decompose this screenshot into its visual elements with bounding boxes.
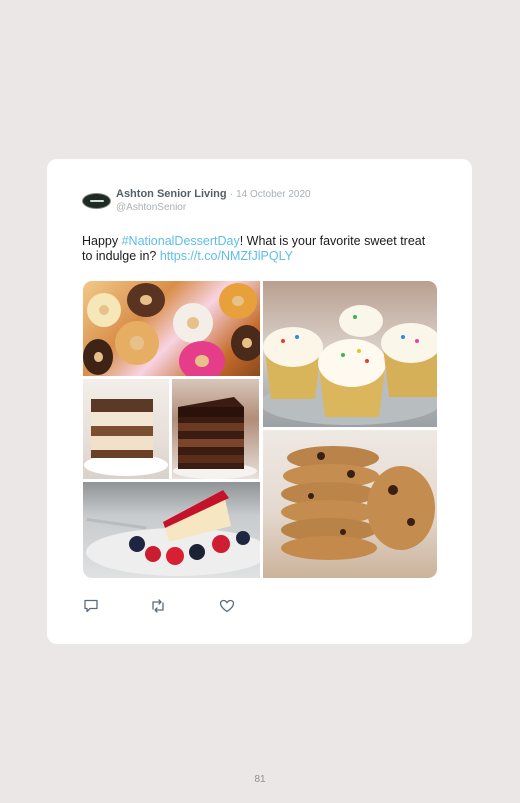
tweet-card: Ashton Senior Living · 14 October 2020 @… — [47, 159, 472, 644]
retweet-icon[interactable] — [150, 599, 166, 613]
tweet-date[interactable]: 14 October 2020 — [236, 189, 311, 200]
chocolate-cake-image[interactable] — [172, 379, 259, 479]
reply-icon[interactable] — [83, 599, 99, 613]
page-number: 81 — [254, 774, 266, 785]
hashtag-link[interactable]: #NationalDessertDay — [122, 234, 240, 248]
tweet-author: Ashton Senior Living · 14 October 2020 — [116, 188, 311, 201]
author-name[interactable]: Ashton Senior Living — [116, 188, 227, 200]
tiramisu-image[interactable] — [83, 379, 169, 479]
like-icon[interactable] — [219, 599, 235, 613]
separator: · — [229, 189, 234, 200]
avatar[interactable] — [82, 193, 111, 209]
tweet-text: Happy #NationalDessertDay! What is your … — [82, 234, 432, 264]
donuts-image[interactable] — [83, 281, 260, 376]
cookies-image[interactable] — [263, 430, 437, 578]
cheesecake-image[interactable] — [83, 482, 260, 578]
media-grid — [83, 281, 437, 578]
tweet-text-start: Happy — [82, 234, 122, 248]
cupcakes-image[interactable] — [263, 281, 437, 427]
author-handle[interactable]: @AshtonSenior — [116, 202, 186, 213]
url-link[interactable]: https://t.co/NMZfJlPQLY — [160, 249, 293, 263]
